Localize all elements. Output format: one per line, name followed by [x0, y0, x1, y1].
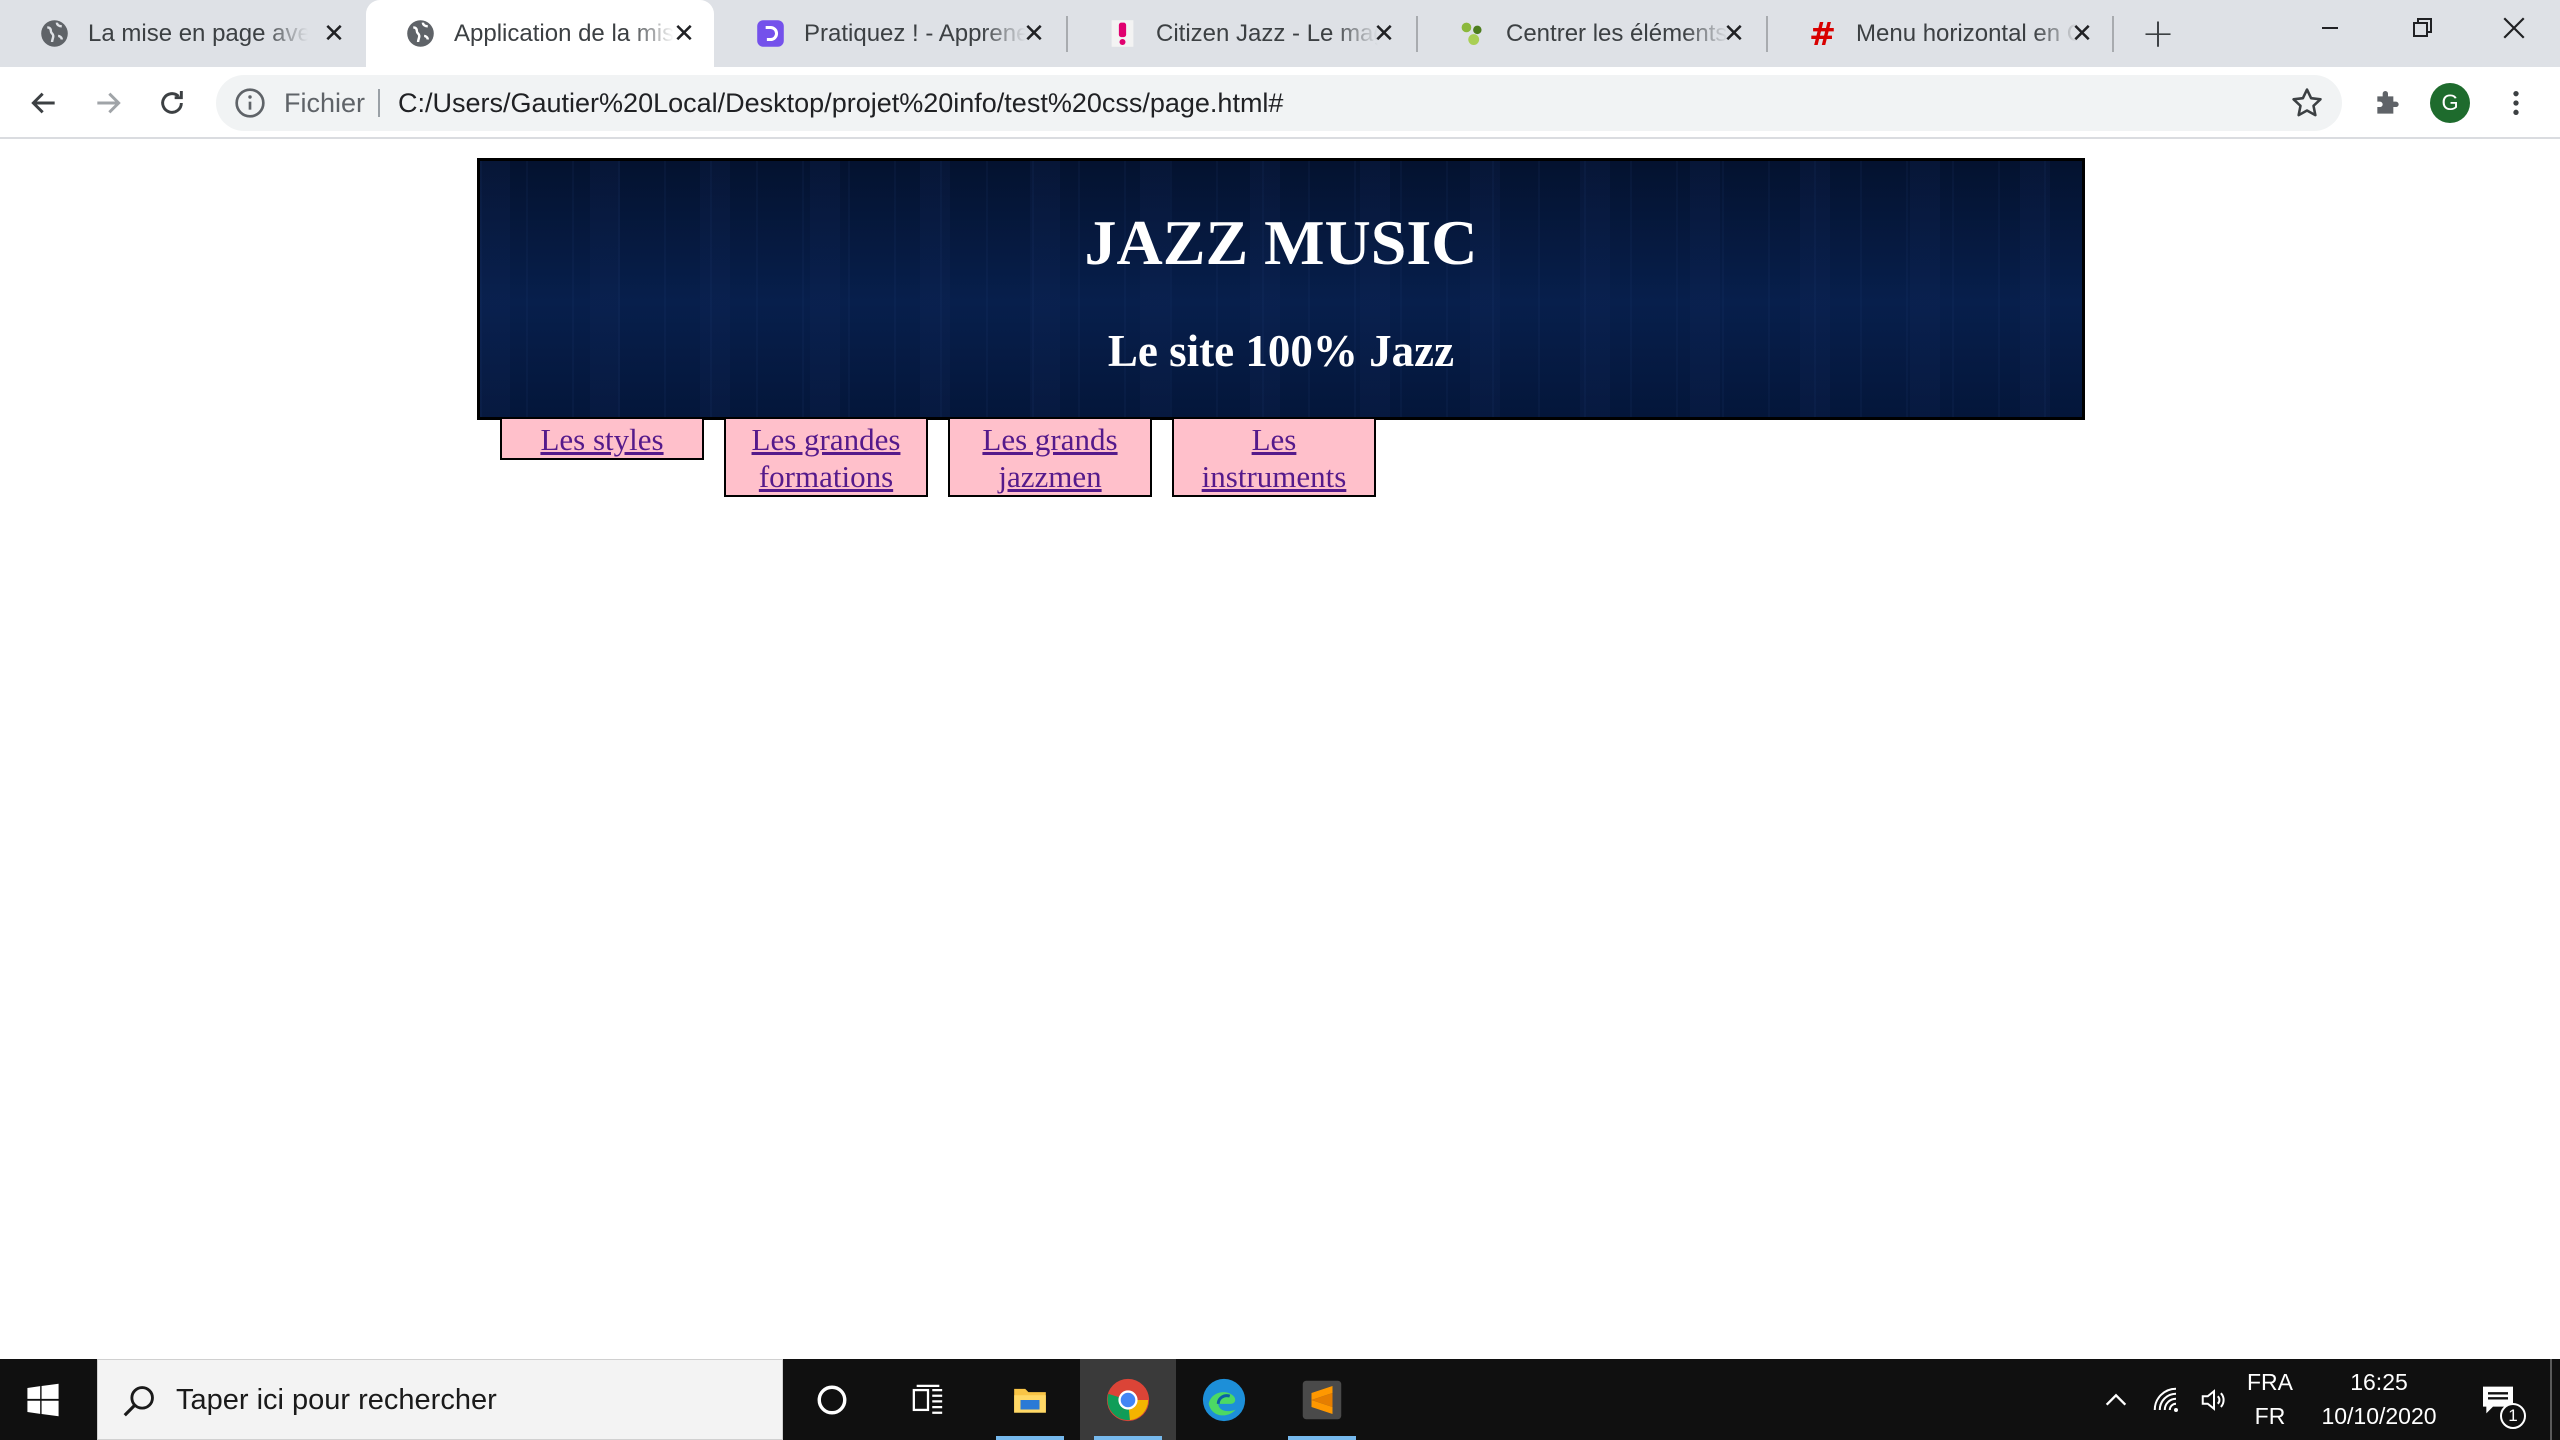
site-subtitle: Le site 100% Jazz: [1107, 326, 1455, 376]
address-divider: [378, 89, 380, 117]
close-icon[interactable]: ✕: [668, 18, 700, 50]
action-center-button[interactable]: 1: [2468, 1359, 2528, 1440]
tab-title: Menu horizontal en CSS: [1856, 20, 2078, 47]
kebab-menu-icon: [2513, 91, 2519, 115]
info-icon[interactable]: [234, 87, 266, 119]
forward-button[interactable]: [86, 81, 130, 125]
menu-item-les-grandes-formations: Les grandes formations: [724, 417, 928, 497]
clock[interactable]: 16:25 10/10/2020: [2306, 1365, 2452, 1433]
menu-item-les-instruments: Les instruments: [1172, 417, 1376, 497]
volume-button[interactable]: [2192, 1359, 2236, 1440]
tab-separator: [2112, 16, 2114, 52]
chrome-icon: [1106, 1378, 1150, 1421]
restore-icon: [2413, 18, 2432, 37]
language-bottom: FR: [2254, 1403, 2286, 1429]
wifi-icon: [2153, 1387, 2178, 1412]
running-indicator: [1094, 1436, 1162, 1440]
citizen-jazz-icon: [1108, 19, 1137, 48]
show-hidden-icons-button[interactable]: [2094, 1359, 2138, 1440]
address-bar[interactable]: Fichier C:/Users/Gautier%20Local/Desktop…: [216, 75, 2342, 131]
menu-button[interactable]: [2494, 81, 2538, 125]
notification-badge: 1: [2500, 1403, 2526, 1429]
browser-tab-strip: La mise en page avec CSS ✕ Application d…: [0, 0, 2560, 67]
profile-avatar[interactable]: G: [2430, 83, 2470, 123]
site-header: JAZZ MUSIC Le site 100% Jazz: [477, 158, 2085, 420]
tab-la-mise-en-page[interactable]: La mise en page avec CSS ✕: [0, 0, 364, 67]
minimize-button[interactable]: [2284, 0, 2376, 56]
tab-title: Application de la mise en page: [454, 20, 674, 47]
reload-button[interactable]: [150, 81, 194, 125]
url-text[interactable]: C:/Users/Gautier%20Local/Desktop/projet%…: [398, 75, 1283, 131]
close-icon[interactable]: ✕: [318, 18, 350, 50]
clock-date: 10/10/2020: [2321, 1403, 2437, 1429]
puzzle-icon: [2377, 91, 2399, 114]
globe-icon: [406, 19, 435, 48]
browser-toolbar: Fichier C:/Users/Gautier%20Local/Desktop…: [0, 67, 2560, 139]
task-view-button[interactable]: [880, 1359, 976, 1440]
menu-link[interactable]: Les styles: [540, 422, 663, 457]
scheme-label: Fichier: [284, 88, 366, 118]
close-icon: [2503, 17, 2525, 39]
network-button[interactable]: [2144, 1359, 2188, 1440]
cortana-icon: [817, 1385, 847, 1414]
running-indicator: [996, 1436, 1064, 1440]
back-button[interactable]: [22, 81, 66, 125]
menu-link[interactable]: Les grandes formations: [752, 422, 901, 494]
tab-citizen-jazz[interactable]: Citizen Jazz - Le magazine ✕: [1068, 0, 1416, 67]
arrow-left-icon: [31, 92, 55, 114]
hash-icon: #: [1809, 14, 1836, 53]
taskbar-search-box[interactable]: Taper ici pour rechercher: [97, 1359, 783, 1440]
task-view-icon: [912, 1384, 943, 1414]
sublime-text-icon: [1302, 1380, 1342, 1419]
extensions-button[interactable]: [2366, 81, 2410, 125]
menu-item-les-grands-jazzmen: Les grands jazzmen: [948, 417, 1152, 497]
running-indicator: [1288, 1436, 1356, 1440]
tab-pratiquez[interactable]: Pratiquez ! - Apprenez ✕: [716, 0, 1066, 67]
menu-item-les-styles: Les styles: [500, 417, 704, 460]
edge-icon: [1202, 1378, 1246, 1421]
tab-application-de-la-mise[interactable]: Application de la mise en page ✕: [366, 0, 714, 67]
windows-taskbar: Taper ici pour rechercher FRA FR 16:25 1…: [0, 1359, 2560, 1440]
sublime-text-button[interactable]: [1274, 1359, 1370, 1440]
site-title: JAZZ MUSIC: [1084, 207, 1478, 278]
close-icon[interactable]: ✕: [2066, 18, 2098, 50]
language-top: FRA: [2247, 1369, 2293, 1395]
menu-link[interactable]: Les grands jazzmen: [982, 422, 1117, 494]
tab-menu-horizontal[interactable]: # Menu horizontal en CSS ✕: [1768, 0, 2118, 67]
arrow-right-icon: [97, 92, 121, 114]
language-indicator[interactable]: FRA FR: [2238, 1365, 2302, 1433]
close-icon[interactable]: ✕: [1368, 18, 1400, 50]
chrome-button[interactable]: [1080, 1359, 1176, 1440]
show-desktop-strip[interactable]: [2550, 1359, 2552, 1440]
speaker-icon: [2201, 1388, 2225, 1411]
edge-button[interactable]: [1176, 1359, 1272, 1440]
bookmark-star-icon[interactable]: [2290, 86, 2324, 120]
search-placeholder: Taper ici pour rechercher: [176, 1384, 497, 1416]
reload-icon: [161, 91, 183, 114]
clock-time: 16:25: [2350, 1369, 2408, 1395]
menu-link[interactable]: Les instruments: [1202, 422, 1347, 494]
openclassrooms-icon: [756, 19, 785, 48]
restore-button[interactable]: [2376, 0, 2468, 56]
search-icon: [123, 1386, 154, 1417]
page-viewport: JAZZ MUSIC Le site 100% Jazz Les styles …: [0, 139, 2560, 1359]
close-icon[interactable]: ✕: [1718, 18, 1750, 50]
tab-title: Citizen Jazz - Le magazine: [1156, 20, 1378, 47]
tab-title: La mise en page avec CSS: [88, 20, 308, 47]
close-window-button[interactable]: [2468, 0, 2560, 56]
new-tab-button[interactable]: +: [2138, 11, 2178, 57]
cortana-button[interactable]: [784, 1359, 880, 1440]
tab-centrer-les-elements[interactable]: Centrer les éléments ✕: [1418, 0, 1766, 67]
minimize-icon: [2322, 27, 2338, 29]
file-explorer-button[interactable]: [982, 1359, 1078, 1440]
windows-start-icon[interactable]: [26, 1383, 60, 1417]
tab-title: Pratiquez ! - Apprenez: [804, 20, 1026, 47]
alsacreations-icon: [1458, 19, 1487, 48]
close-icon[interactable]: ✕: [1018, 18, 1050, 50]
chevron-up-icon: [2105, 1393, 2127, 1405]
file-explorer-icon: [1014, 1388, 1046, 1413]
tab-title: Centrer les éléments: [1506, 20, 1728, 47]
globe-icon: [40, 19, 69, 48]
